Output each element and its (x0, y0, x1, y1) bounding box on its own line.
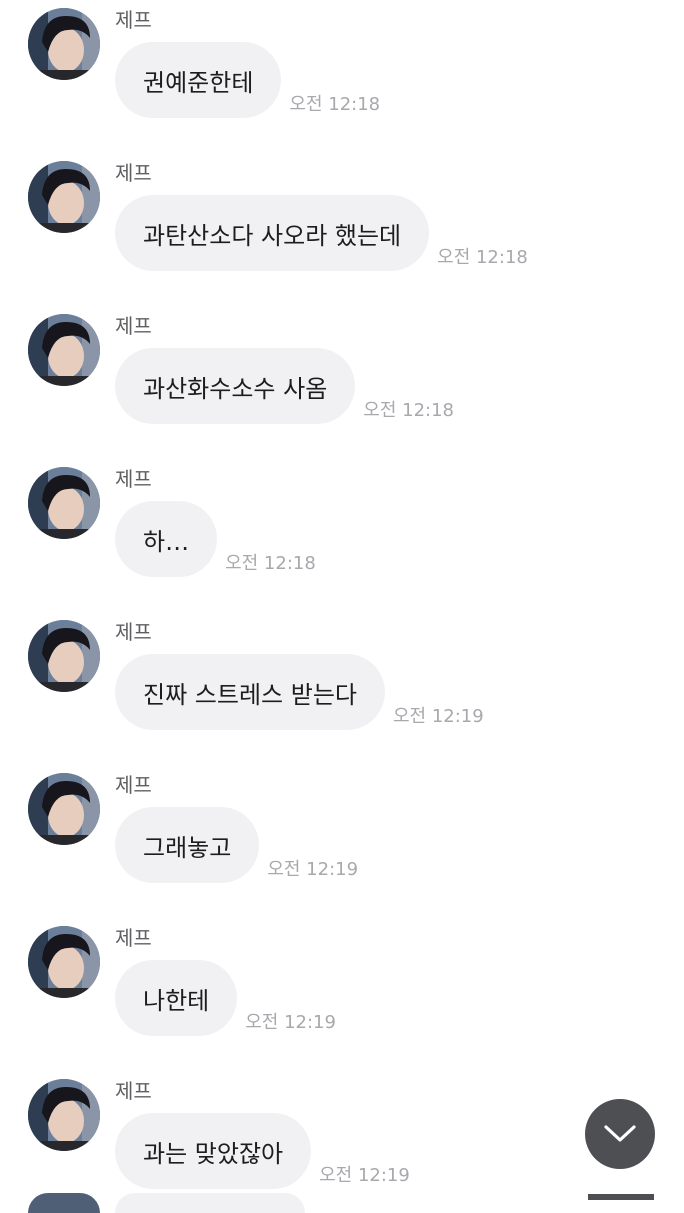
chat-message-list[interactable]: 제프 권예준한테 오전 12:18 제프 과탄산소다 사오라 했는데 오전 12… (0, 0, 684, 1213)
sender-avatar-partial (28, 1193, 100, 1213)
chat-message: 제프 그래놓고 오전 12:19 (0, 765, 684, 905)
message-bubble[interactable]: 과는 맞았잖아 (115, 1113, 312, 1189)
sender-avatar[interactable] (28, 926, 100, 998)
chevron-down-icon (604, 1125, 636, 1142)
sender-avatar[interactable] (28, 8, 100, 80)
message-time: 오전 12:19 (319, 1165, 410, 1186)
sender-name: 제프 (115, 1079, 152, 1103)
message-bubble[interactable]: 과탄산소다 사오라 했는데 (115, 195, 430, 271)
message-time: 오전 12:18 (363, 400, 454, 421)
chat-message: 제프 나한테 오전 12:19 (0, 918, 684, 1058)
sender-name: 제프 (115, 467, 152, 491)
sender-avatar[interactable] (28, 773, 100, 845)
sender-name: 제프 (115, 620, 152, 644)
message-bubble[interactable]: 과산화수소수 사옴 (115, 348, 356, 424)
sender-avatar[interactable] (28, 314, 100, 386)
message-time: 오전 12:19 (392, 706, 484, 727)
scroll-button-shadow (588, 1194, 654, 1200)
message-bubble[interactable]: 그래놓고 (115, 807, 260, 883)
sender-avatar[interactable] (28, 467, 100, 539)
message-bubble[interactable]: 하… (115, 501, 218, 577)
sender-name: 제프 (115, 926, 152, 950)
sender-name: 제프 (115, 8, 152, 32)
message-bubble[interactable]: 권예준한테 (115, 42, 282, 118)
sender-avatar[interactable] (28, 161, 100, 233)
sender-avatar[interactable] (28, 620, 100, 692)
sender-avatar[interactable] (28, 1079, 100, 1151)
scroll-to-bottom-button[interactable] (585, 1099, 655, 1169)
chat-message: 제프 과탄산소다 사오라 했는데 오전 12:18 (0, 153, 684, 293)
chat-message: 제프 권예준한테 오전 12:18 (0, 0, 684, 140)
message-time: 오전 12:18 (225, 553, 316, 574)
sender-name: 제프 (115, 773, 152, 797)
message-bubble[interactable]: 나한테 (115, 960, 238, 1036)
chat-message: 제프 과는 맞았잖아 오전 12:19 (0, 1071, 684, 1211)
message-time: 오전 12:18 (437, 247, 528, 268)
chat-message: 제프 진짜 스트레스 받는다 오전 12:19 (0, 612, 684, 752)
sender-name: 제프 (115, 314, 152, 338)
chat-message: 제프 하… 오전 12:18 (0, 459, 684, 599)
message-time: 오전 12:19 (267, 859, 359, 880)
sender-name: 제프 (115, 161, 152, 185)
chat-message: 제프 과산화수소수 사옴 오전 12:18 (0, 306, 684, 446)
message-bubble-partial (115, 1193, 305, 1213)
message-time: 오전 12:19 (245, 1012, 336, 1033)
message-bubble[interactable]: 진짜 스트레스 받는다 (115, 654, 385, 730)
message-time: 오전 12:18 (289, 94, 381, 115)
